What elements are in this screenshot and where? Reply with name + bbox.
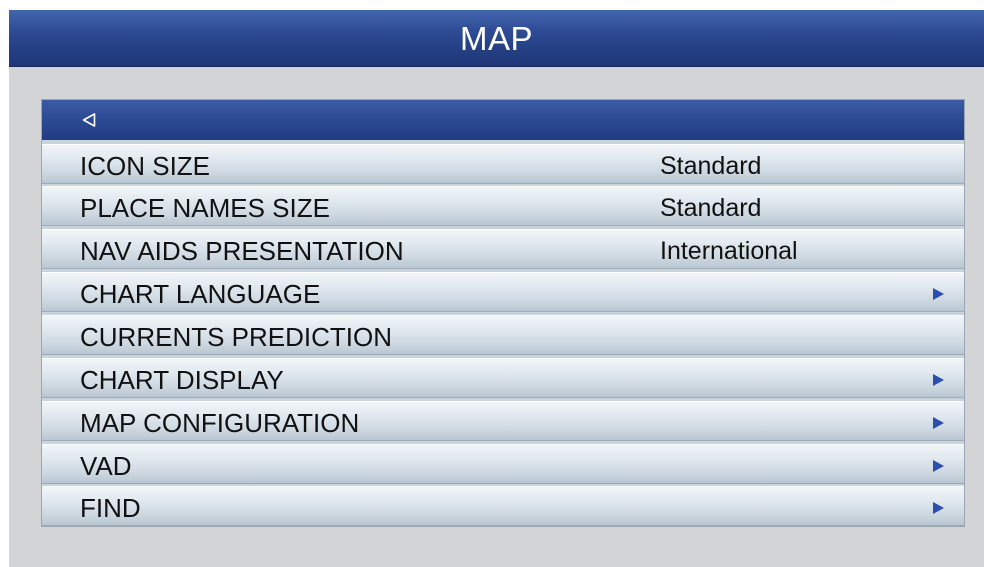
menu-item-label: PLACE NAMES SIZE (80, 193, 330, 223)
menu-item-chart-language[interactable]: CHART LANGUAGE (42, 272, 964, 312)
menu-item-label: CHART LANGUAGE (80, 279, 321, 309)
menu-item-label: MAP CONFIGURATION (80, 408, 360, 438)
menu-item-label: FIND (80, 493, 141, 523)
menu-item-label: ICON SIZE (80, 151, 211, 181)
page-title: MAP (459, 20, 533, 57)
menu-item-label: VAD (80, 451, 132, 481)
menu-item-find[interactable]: FIND (42, 486, 964, 526)
submenu-arrow-icon (933, 374, 944, 386)
menu-item-place-names-size[interactable]: PLACE NAMES SIZE Standard (42, 186, 964, 226)
menu-item-label: CHART DISPLAY (80, 365, 284, 395)
menu-item-map-configuration[interactable]: MAP CONFIGURATION (42, 401, 964, 441)
map-menu-screen: MAP ICON SIZE Standard PLACE NAMES SIZE … (9, 10, 984, 567)
submenu-arrow-icon (933, 502, 944, 514)
menu-item-nav-aids-presentation[interactable]: NAV AIDS PRESENTATION International (42, 229, 964, 269)
menu-list: ICON SIZE Standard PLACE NAMES SIZE Stan… (41, 99, 965, 527)
menu-item-icon-size[interactable]: ICON SIZE Standard (42, 144, 964, 184)
back-row[interactable] (42, 100, 964, 140)
menu-item-value: Standard (660, 194, 762, 222)
menu-item-value: International (660, 237, 798, 265)
submenu-arrow-icon (933, 288, 944, 300)
menu-item-label: NAV AIDS PRESENTATION (80, 236, 404, 266)
menu-item-currents-prediction[interactable]: CURRENTS PREDICTION (42, 315, 964, 355)
menu-item-label: CURRENTS PREDICTION (80, 322, 393, 352)
menu-item-vad[interactable]: VAD (42, 444, 964, 484)
menu-item-chart-display[interactable]: CHART DISPLAY (42, 358, 964, 398)
back-triangle-icon[interactable] (82, 112, 96, 128)
submenu-arrow-icon (933, 417, 944, 429)
submenu-arrow-icon (933, 460, 944, 472)
menu-item-value: Standard (660, 152, 762, 180)
title-bar: MAP (9, 10, 984, 67)
